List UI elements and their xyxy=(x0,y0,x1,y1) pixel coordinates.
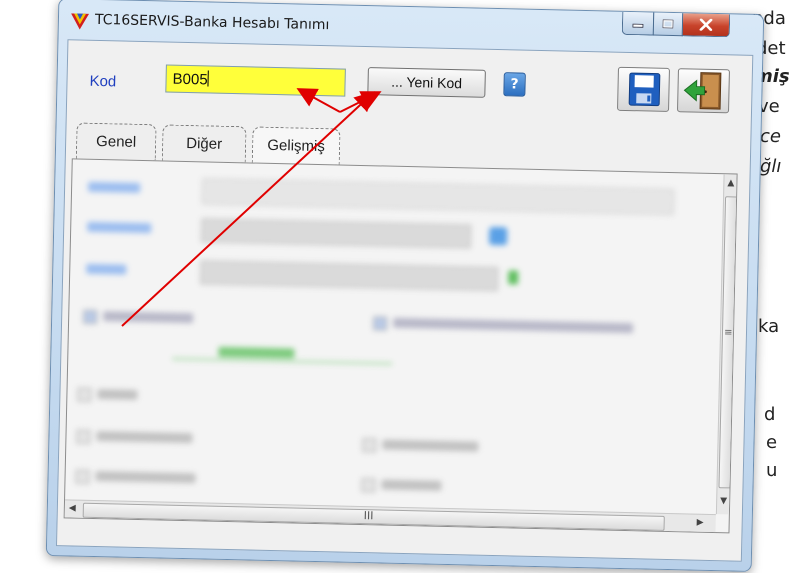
blurred-checkbox xyxy=(77,387,92,402)
grip-icon: ≡ xyxy=(723,327,733,339)
scroll-left-arrow-icon[interactable]: ◀ xyxy=(69,503,76,513)
tab-panel: ▲ ≡ ▼ ◀ III ▶ xyxy=(63,158,738,534)
grip-icon: III xyxy=(363,509,374,523)
blurred-label xyxy=(382,439,479,452)
blurred-text-field xyxy=(201,178,675,216)
exit-door-icon xyxy=(683,72,722,110)
scroll-right-arrow-icon[interactable]: ▶ xyxy=(697,518,704,528)
blurred-label xyxy=(95,471,196,484)
blurred-checkbox xyxy=(362,438,377,453)
scroll-down-arrow-icon[interactable]: ▼ xyxy=(720,496,727,506)
floppy-disk-icon xyxy=(628,72,661,107)
minimize-button[interactable] xyxy=(621,11,655,36)
maximize-button[interactable] xyxy=(652,12,684,37)
blurred-form-content xyxy=(65,159,737,532)
close-icon xyxy=(699,18,713,31)
blurred-combo xyxy=(199,260,499,292)
minimize-icon xyxy=(632,23,644,28)
tab-gelismis[interactable]: Gelişmiş xyxy=(251,126,341,165)
blurred-icon xyxy=(508,270,519,285)
kod-input[interactable]: B005 xyxy=(165,64,346,97)
blurred-icon xyxy=(488,226,508,246)
blurred-combo xyxy=(200,218,472,249)
blurred-label xyxy=(103,311,194,324)
doc-text-fragment: e xyxy=(766,432,778,453)
yeni-kod-button[interactable]: ... Yeni Kod xyxy=(367,67,486,98)
doc-text-fragment: d xyxy=(764,404,776,425)
blurred-checkbox xyxy=(83,309,98,325)
blurred-label xyxy=(97,389,138,400)
maximize-icon xyxy=(662,19,674,29)
tab-diger[interactable]: Diğer xyxy=(161,124,247,163)
blurred-section-line xyxy=(172,357,393,365)
close-button[interactable] xyxy=(681,13,731,38)
blurred-label xyxy=(96,431,193,444)
blurred-checkbox xyxy=(76,429,91,444)
blurred-checkbox xyxy=(361,478,376,493)
blurred-label xyxy=(88,181,141,193)
kod-label: Kod xyxy=(89,72,117,91)
blurred-label xyxy=(87,221,152,234)
save-button[interactable] xyxy=(617,66,670,112)
doc-text-fragment: ka xyxy=(758,316,780,337)
exit-button[interactable] xyxy=(676,68,730,114)
blurred-label xyxy=(86,263,127,275)
window-title: TC16SERVIS-Banka Hesabı Tanımı xyxy=(94,11,330,34)
banka-hesabi-window: TC16SERVIS-Banka Hesabı Tanımı Kod B005 … xyxy=(45,0,765,572)
help-icon: ? xyxy=(510,76,519,93)
doc-text-fragment: ce xyxy=(760,126,781,147)
blurred-label xyxy=(381,479,442,491)
doc-text-fragment: u xyxy=(766,460,778,481)
window-frame: TC16SERVIS-Banka Hesabı Tanımı Kod B005 … xyxy=(45,0,765,572)
help-button[interactable]: ? xyxy=(503,72,526,97)
tab-genel[interactable]: Genel xyxy=(75,122,157,161)
blurred-section-title xyxy=(218,346,295,359)
scroll-up-arrow-icon[interactable]: ▲ xyxy=(727,178,734,188)
app-logo-icon xyxy=(71,13,90,30)
text-caret xyxy=(207,70,209,87)
kod-value: B005 xyxy=(172,70,208,89)
doc-text-fragment: ğlı xyxy=(760,156,782,177)
blurred-label xyxy=(393,317,634,334)
vertical-scroll-thumb[interactable]: ≡ xyxy=(718,196,738,489)
blurred-checkbox xyxy=(75,469,90,484)
blurred-checkbox xyxy=(372,316,388,331)
window-client-area: Kod B005 ... Yeni Kod ? Genel Diğer Geli… xyxy=(55,39,754,562)
